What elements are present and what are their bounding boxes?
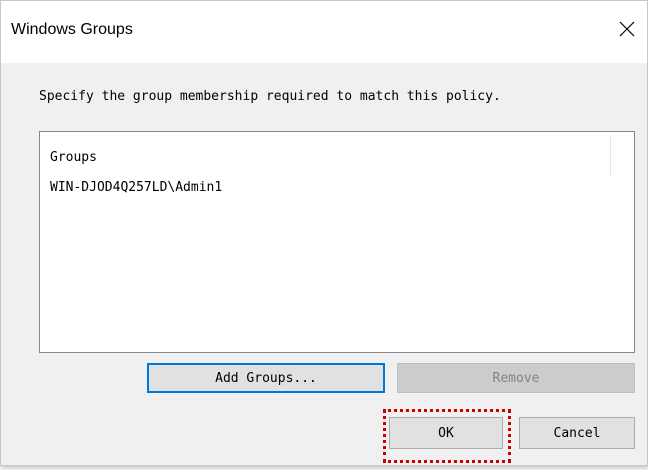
list-item[interactable]: WIN-DJOD4Q257LD\Admin1: [50, 180, 222, 195]
dialog-title: Windows Groups: [11, 21, 133, 38]
close-icon: [619, 21, 635, 37]
windows-groups-dialog: Windows Groups Specify the group members…: [0, 0, 648, 466]
column-divider[interactable]: [610, 136, 611, 176]
title-bar: Windows Groups: [1, 1, 647, 63]
list-header: Groups: [40, 132, 634, 176]
column-header-groups[interactable]: Groups: [50, 150, 97, 165]
cancel-button[interactable]: Cancel: [519, 417, 635, 449]
add-groups-button[interactable]: Add Groups...: [147, 363, 385, 393]
groups-list[interactable]: Groups WIN-DJOD4Q257LD\Admin1: [39, 131, 635, 353]
ok-button[interactable]: OK: [389, 417, 503, 449]
instruction-text: Specify the group membership required to…: [39, 89, 501, 104]
remove-button: Remove: [397, 363, 635, 393]
close-button[interactable]: [609, 11, 645, 47]
